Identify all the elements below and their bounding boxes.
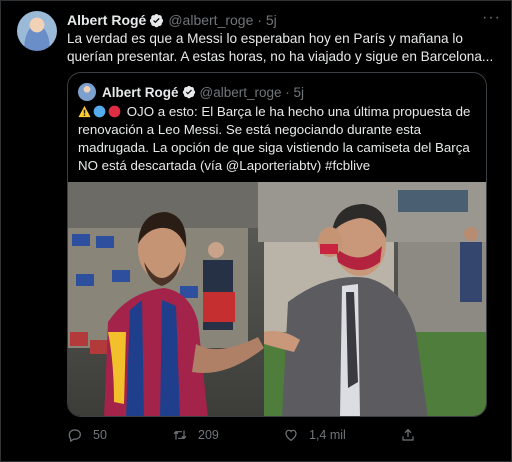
quoted-handle-time: @albert_roge · 5j bbox=[199, 84, 305, 100]
author-name[interactable]: Albert Rogé bbox=[67, 12, 146, 28]
heart-icon bbox=[285, 429, 297, 442]
reply-button[interactable]: 50 bbox=[67, 427, 107, 443]
share-icon bbox=[402, 428, 414, 441]
tweet-card[interactable]: Albert Rogé @albert_roge · 5j ··· La ver… bbox=[0, 0, 512, 462]
tweet-header: Albert Rogé @albert_roge · 5j bbox=[67, 10, 277, 30]
like-count: 1,4 mil bbox=[309, 428, 346, 442]
quoted-tweet-text: OJO a esto: El Barça le ha hecho una últ… bbox=[78, 103, 483, 175]
like-button[interactable]: 1,4 mil bbox=[283, 427, 346, 443]
red-circle-emoji-icon bbox=[108, 105, 121, 118]
verified-badge-icon bbox=[150, 13, 164, 27]
tweet-text: La verdad es que a Messi lo esperaban ho… bbox=[67, 31, 494, 64]
more-options-icon[interactable]: ··· bbox=[482, 9, 501, 27]
tweet-actions: 50 209 1,4 mil bbox=[67, 427, 507, 447]
quoted-tweet-header: Albert Rogé @albert_roge · 5j bbox=[78, 83, 304, 101]
retweet-icon bbox=[173, 430, 187, 440]
retweet-button[interactable]: 209 bbox=[172, 427, 219, 443]
reply-icon bbox=[68, 429, 81, 443]
quoted-tweet[interactable]: Albert Rogé @albert_roge · 5j OJO a esto… bbox=[67, 72, 487, 417]
warning-emoji-icon bbox=[78, 105, 91, 118]
quoted-avatar bbox=[78, 83, 96, 101]
share-button[interactable] bbox=[400, 427, 426, 443]
quoted-tweet-body: OJO a esto: El Barça le ha hecho una últ… bbox=[78, 104, 471, 173]
blue-circle-emoji-icon bbox=[93, 105, 106, 118]
quoted-author-name: Albert Rogé bbox=[102, 84, 179, 100]
tweet-photo[interactable] bbox=[68, 182, 486, 416]
avatar[interactable] bbox=[17, 11, 57, 51]
retweet-count: 209 bbox=[198, 428, 219, 442]
photo-illustration bbox=[68, 182, 486, 416]
author-handle-time[interactable]: @albert_roge · 5j bbox=[168, 12, 276, 28]
verified-badge-icon bbox=[182, 85, 195, 99]
reply-count: 50 bbox=[93, 428, 107, 442]
